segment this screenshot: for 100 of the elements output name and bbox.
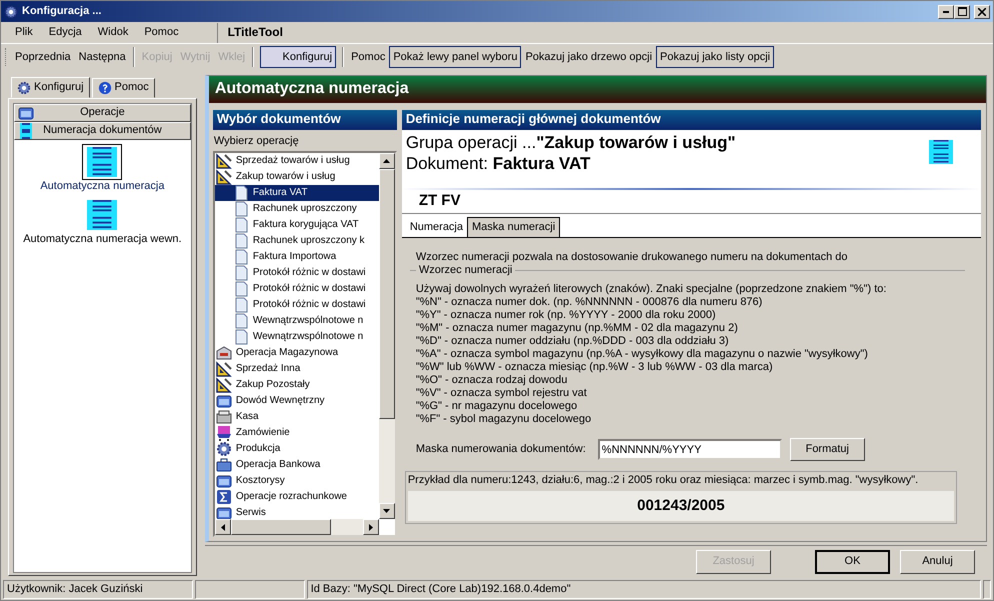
tree-item[interactable]: Sprzedaż Inna [234,363,302,376]
scroll-down-button[interactable] [378,503,395,519]
document-icon [232,329,249,346]
toolbar-button[interactable]: Pokazuj jako drzewo opcji [521,46,656,68]
tab[interactable]: Maska numeracji [467,216,560,237]
maximize-button[interactable] [954,4,970,18]
status-text: Id Bazy: "MySQL Direct (Core Lab)192.168.0.4demo" [306,580,981,599]
document-title: Dokument: Faktura VAT [406,153,592,174]
toolbar-button[interactable]: Pokaż lewy panel wyboru [389,46,522,68]
tree-item[interactable]: Produkcja [234,443,282,456]
toolbar-button[interactable]: Pokazuj jako listy opcji [656,46,774,68]
dialog-button[interactable]: OK [815,550,890,574]
number-list-icon [87,145,118,179]
description-text: Wzorzec numeracji pozwala na dostosowanie drukowanego numeru na dokumentach do [416,251,849,264]
rule-text: "%O" - oznacza rodzaj dowodu [416,374,568,388]
section-header: Automatyczna numeracja [208,76,986,103]
document-icon [232,185,249,202]
tree-item[interactable]: Sprzedaż towarów i usług [234,155,352,168]
menu-item[interactable]: Plik [7,26,41,40]
rule-text: "%A" - oznacza symbol magazynu (np.%A - wysyłkowy dla magazynu o nazwie "wysyłkowy") [416,348,869,362]
field-label: Maska numerowania dokumentów: [416,443,586,456]
close-button[interactable] [974,4,990,18]
horizontal-scrollbar[interactable] [214,519,379,535]
toolbar-button[interactable]: Poprzednia [11,46,75,68]
rule-text: "%F" - sybol magazynu docelowego [416,413,592,426]
field-label: Wybierz operację [212,134,300,149]
tree-item[interactable]: Wewnątrzwspólnotowe n [250,331,366,344]
toolbar-button[interactable]: Następna [74,46,130,68]
format-button[interactable]: Formatuj [790,438,865,462]
option-label[interactable]: Automatyczna numeracja wewn. [23,233,182,246]
rule-text: "%M" - oznacza numer magazynu (np.%MM - 02 dla magazynu 2) [416,322,739,336]
tree-item[interactable]: Faktura Importowa [250,251,338,264]
group-box-title: Wzorzec numeracji [416,264,516,276]
tree-item[interactable]: Operacja Bankowa [234,459,322,472]
panel-header: Definicje numeracji głównej dokumentów [402,110,981,130]
folder-icon [216,393,232,410]
gear-icon [4,4,18,18]
tree-item[interactable]: Zakup Pozostały [234,379,312,392]
tree-item[interactable]: Zamówienie [234,427,292,440]
tree-item[interactable]: Protokół różnic w dostawi [250,283,368,296]
help-icon [98,81,112,95]
tree-item[interactable]: Faktura korygująca VAT [250,219,361,232]
gear-icon [17,80,31,94]
tree-item[interactable]: Operacja Magazynowa [234,347,340,360]
rule-text: "%Y" - oznacza numer rok (np. %YYYY - 2000 dla roku 2000) [416,309,717,322]
rule-text: "%D" - oznacza numer oddziału (np.%DDD - 003 dla oddziału 3) [416,335,730,348]
tree-item[interactable]: Serwis [234,507,268,520]
rule-text: "%V" - oznacza symbol rejestru vat [416,387,588,400]
minimize-icon [943,10,949,12]
scroll-right-button[interactable] [362,519,379,535]
document-icon [232,313,249,330]
document-icon [232,297,249,314]
tree-item[interactable]: Operacje rozrachunkowe [234,491,349,504]
sigma-icon [216,489,232,506]
tree-item[interactable]: Zakup towarów i usług [234,171,338,184]
panel-tab[interactable]: Pomoc [92,78,155,98]
rule-text: "%W" lub %WW - oznacza miesiąc (np.%W - 3 lub %WW - 03 dla marca) [416,361,774,374]
menu-item[interactable]: Edycja [40,26,90,40]
tree-item[interactable]: Rachunek uproszczony [250,203,359,216]
scroll-left-button[interactable] [214,519,231,535]
menu-item[interactable]: Pomoc [136,26,187,40]
toolbar-title: LTitleTool [216,22,283,42]
tree-item[interactable]: Kasa [234,411,261,424]
scroll-up-button[interactable] [378,153,395,170]
dialog-button[interactable]: Anuluj [900,550,975,574]
triangle-ruler-icon [216,377,232,394]
triangle-ruler-icon [216,169,232,186]
toolbar-button[interactable]: Konfiguruj [260,46,336,68]
rule-text: "%G" - nr magazynu docelowego [416,400,578,414]
toolbar-button[interactable]: Pomoc [347,46,390,68]
folder-icon [216,473,232,490]
number-list-icon [18,123,34,139]
document-icon [232,217,249,234]
toolbar-grip[interactable] [5,48,8,66]
tree-item[interactable]: Dowód Wewnętrzny [234,395,327,408]
section-bar[interactable]: Numeracja dokumentów [14,122,191,140]
tree-item[interactable]: Protokół różnic w dostawi [250,267,368,280]
section-bar[interactable]: Operacje [14,104,191,122]
rule-text: "%N" - oznacza numer dok. (np. %NNNNNN - 000876 dla numeru 876) [416,296,764,310]
example-result: 001243/2005 [408,490,954,521]
example-text: Przykład dla numeru:1243, działu:6, mag.:2 i 2005 roku oraz miesiąca: marzec i symb.mag. "wysyłkowy". [408,474,920,488]
tab[interactable]: Numeracja [406,218,467,237]
warehouse-icon [216,345,232,362]
menu-item[interactable]: Widok [90,26,136,40]
rule-text: Używaj dowolnych wyrażeń literowych (znaków). Znaki specjalne (poprzedzone znakiem "%") to: [416,283,888,296]
triangle-ruler-icon [216,153,232,170]
scroll-thumb[interactable] [230,519,331,535]
tree-item[interactable]: Rachunek uproszczony k [250,235,367,248]
panel-tab[interactable]: Konfiguruj [11,77,90,98]
option-label[interactable]: Automatyczna numeracja [40,180,164,194]
mask-input[interactable]: %NNNNNN/%YYYY [598,439,782,460]
tree-item[interactable]: Wewnątrzwspólnotowe n [250,315,366,328]
cash-register-icon [216,409,232,426]
scroll-thumb[interactable] [378,169,395,420]
tree-item[interactable]: Kosztorysy [234,475,287,488]
tree-item[interactable]: Protokół różnic w dostawi [250,299,368,312]
vertical-scrollbar[interactable] [378,153,395,519]
minimize-button[interactable] [938,4,954,18]
maximize-icon [958,7,966,16]
arrow-icon [368,524,373,530]
